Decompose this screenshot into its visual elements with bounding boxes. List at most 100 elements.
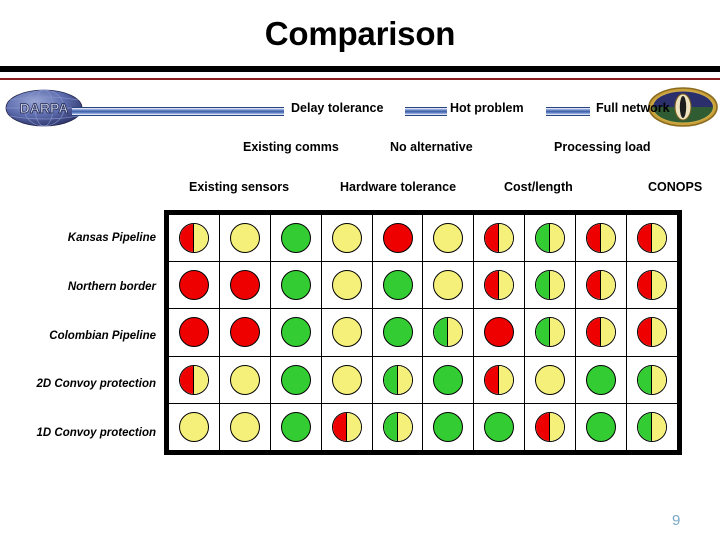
matrix-cell[interactable] xyxy=(422,355,475,404)
status-dot-split-green-yellow xyxy=(382,364,413,395)
matrix-cell[interactable] xyxy=(422,213,475,263)
matrix-cell[interactable] xyxy=(269,213,322,263)
status-dot-half-left xyxy=(536,412,551,441)
status-dot-half-right xyxy=(652,224,666,253)
matrix-cell[interactable] xyxy=(524,355,577,404)
row-label-kansas-pipeline: Kansas Pipeline xyxy=(67,232,156,244)
status-dot-half-right xyxy=(397,412,412,441)
matrix-cell[interactable] xyxy=(269,261,322,310)
matrix-cell[interactable] xyxy=(626,261,678,310)
page-title: Comparison xyxy=(264,15,456,52)
status-dot-half-right xyxy=(652,365,666,394)
status-dot-green xyxy=(280,270,311,301)
matrix-cell[interactable] xyxy=(371,308,424,357)
status-dot-green xyxy=(484,411,515,442)
matrix-row-label-column: Kansas Pipeline Northern border Colombia… xyxy=(0,210,160,455)
matrix-cell[interactable] xyxy=(269,402,322,452)
matrix-cell[interactable] xyxy=(626,355,678,404)
matrix-cell[interactable] xyxy=(473,308,526,357)
matrix-cell[interactable] xyxy=(473,213,526,263)
matrix-cell[interactable] xyxy=(524,402,577,452)
status-dot-yellow xyxy=(331,223,362,254)
matrix-cell[interactable] xyxy=(320,355,373,404)
status-dot-yellow xyxy=(433,270,464,301)
matrix-row xyxy=(168,355,678,404)
matrix-cell[interactable] xyxy=(168,308,220,357)
status-dot-split-red-yellow xyxy=(586,270,617,301)
matrix-cell[interactable] xyxy=(168,355,220,404)
matrix-cell[interactable] xyxy=(575,402,628,452)
matrix-cell[interactable] xyxy=(524,308,577,357)
matrix-cell[interactable] xyxy=(422,261,475,310)
status-dot-half-left xyxy=(179,365,194,394)
matrix-row xyxy=(168,261,678,310)
status-dot-half-right xyxy=(550,318,565,347)
matrix-cell[interactable] xyxy=(168,402,220,452)
matrix-cell[interactable] xyxy=(422,308,475,357)
matrix-cell[interactable] xyxy=(575,213,628,263)
matrix-cell[interactable] xyxy=(168,213,220,263)
matrix-cell[interactable] xyxy=(524,261,577,310)
status-dot-split-red-yellow xyxy=(331,411,362,442)
matrix-cell[interactable] xyxy=(320,261,373,310)
status-dot-green xyxy=(382,317,413,348)
status-dot-half-left xyxy=(536,224,551,253)
status-dot-half-right xyxy=(601,224,616,253)
status-dot-split-red-yellow xyxy=(586,317,617,348)
status-dot-half-left xyxy=(485,365,500,394)
status-dot-half-left xyxy=(587,318,602,347)
matrix-cell[interactable] xyxy=(575,355,628,404)
matrix-cell[interactable] xyxy=(168,261,220,310)
matrix-cell[interactable] xyxy=(473,261,526,310)
status-dot-half-right xyxy=(499,365,514,394)
matrix-cell[interactable] xyxy=(371,355,424,404)
status-dot-half-left xyxy=(587,224,602,253)
status-dot-split-green-yellow xyxy=(637,364,667,395)
status-dot-half-right xyxy=(499,271,514,300)
matrix-cell[interactable] xyxy=(473,402,526,452)
matrix-cell[interactable] xyxy=(575,261,628,310)
status-dot-yellow xyxy=(535,364,566,395)
matrix-cell[interactable] xyxy=(371,402,424,452)
matrix-cell[interactable] xyxy=(575,308,628,357)
matrix-cell[interactable] xyxy=(269,355,322,404)
matrix-cell[interactable] xyxy=(218,402,271,452)
header-full-network: Full network xyxy=(596,101,670,115)
status-dot-half-left xyxy=(638,224,652,253)
status-dot-half-left xyxy=(485,224,500,253)
status-dot-half-left xyxy=(332,412,347,441)
status-dot-green xyxy=(586,364,617,395)
matrix-cell[interactable] xyxy=(218,213,271,263)
matrix-cell[interactable] xyxy=(218,308,271,357)
status-dot-yellow xyxy=(331,317,362,348)
status-dot-green xyxy=(280,223,311,254)
matrix-cell[interactable] xyxy=(422,402,475,452)
header-existing-comms: Existing comms xyxy=(243,140,339,154)
matrix-cell[interactable] xyxy=(218,355,271,404)
matrix-cell[interactable] xyxy=(320,308,373,357)
matrix-cell[interactable] xyxy=(473,355,526,404)
status-dot-half-right xyxy=(550,412,565,441)
status-dot-yellow xyxy=(433,223,464,254)
status-dot-split-red-yellow xyxy=(484,364,515,395)
matrix-cell[interactable] xyxy=(626,402,678,452)
darpa-logo-text: DARPA xyxy=(20,100,69,116)
status-dot-half-left xyxy=(638,271,652,300)
matrix-cell[interactable] xyxy=(218,261,271,310)
status-dot-green xyxy=(433,364,464,395)
status-dot-split-red-yellow xyxy=(178,364,209,395)
comparison-matrix xyxy=(164,210,682,455)
status-dot-half-right xyxy=(397,365,412,394)
matrix-cell[interactable] xyxy=(371,261,424,310)
status-dot-half-left xyxy=(536,271,551,300)
status-dot-split-green-yellow xyxy=(535,270,566,301)
matrix-row xyxy=(168,213,678,263)
matrix-cell[interactable] xyxy=(524,213,577,263)
status-dot-half-right xyxy=(448,318,463,347)
matrix-cell[interactable] xyxy=(320,213,373,263)
matrix-cell[interactable] xyxy=(320,402,373,452)
matrix-cell[interactable] xyxy=(371,213,424,263)
matrix-cell[interactable] xyxy=(626,213,678,263)
matrix-cell[interactable] xyxy=(269,308,322,357)
matrix-cell[interactable] xyxy=(626,308,678,357)
